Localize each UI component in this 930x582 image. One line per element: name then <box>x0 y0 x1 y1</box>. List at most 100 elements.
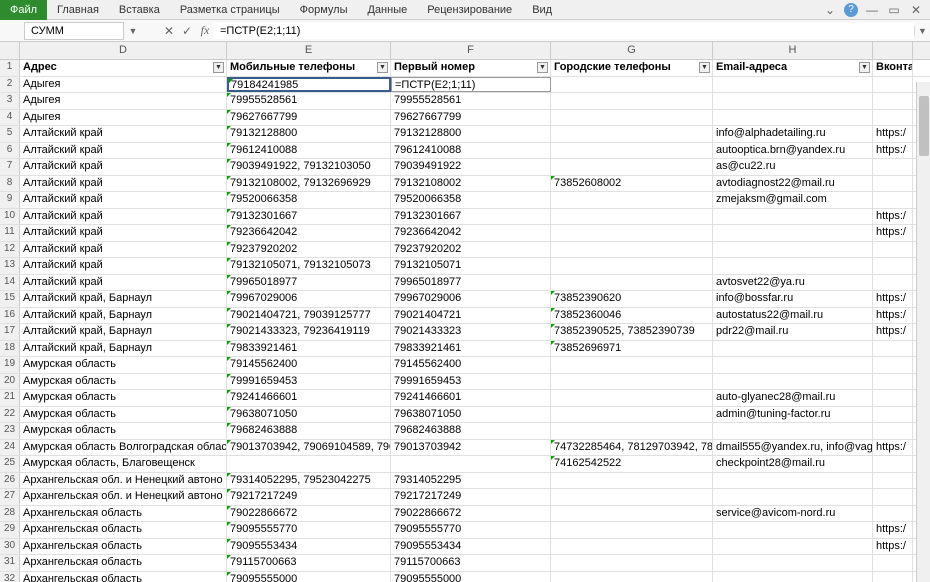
cell[interactable]: 79039491922 <box>391 159 551 175</box>
cell[interactable]: Алтайский край, Барнаул <box>20 324 227 340</box>
row-header[interactable]: 13 <box>0 258 20 274</box>
cell[interactable]: 79991659453 <box>227 374 391 390</box>
cell[interactable]: 79520066358 <box>391 192 551 208</box>
row-header[interactable]: 25 <box>0 456 20 472</box>
cell[interactable]: Алтайский край <box>20 242 227 258</box>
cell[interactable]: info@alphadetailing.ru <box>713 126 873 142</box>
cell[interactable]: Алтайский край, Барнаул <box>20 291 227 307</box>
cell[interactable] <box>713 258 873 274</box>
cell[interactable] <box>551 374 713 390</box>
cell[interactable]: Адыгея <box>20 110 227 126</box>
cell[interactable]: dmail555@yandex.ru, info@vag <box>713 440 873 456</box>
row-header[interactable]: 27 <box>0 489 20 505</box>
row-header[interactable]: 15 <box>0 291 20 307</box>
cell[interactable]: 79612410088 <box>227 143 391 159</box>
cell[interactable] <box>551 143 713 159</box>
cell[interactable] <box>873 555 913 571</box>
cell[interactable]: auto-glyanec28@mail.ru <box>713 390 873 406</box>
cell[interactable]: 79627667799 <box>227 110 391 126</box>
cell[interactable] <box>713 489 873 505</box>
cell[interactable] <box>551 423 713 439</box>
cell[interactable]: as@cu22.ru <box>713 159 873 175</box>
cell[interactable]: Архангельская обл. и Ненецкий автоно <box>20 473 227 489</box>
cell[interactable]: https:/ <box>873 225 913 241</box>
cell[interactable]: 79039491922, 79132103050 <box>227 159 391 175</box>
row-header[interactable]: 17 <box>0 324 20 340</box>
cell[interactable]: 79314052295 <box>391 473 551 489</box>
col-header-H[interactable]: H <box>713 42 873 59</box>
cell[interactable]: Алтайский край <box>20 126 227 142</box>
cell[interactable] <box>551 110 713 126</box>
cell[interactable] <box>873 341 913 357</box>
fx-icon[interactable]: fx <box>196 23 214 38</box>
cell[interactable]: 74732285464, 78129703942, 7844 <box>551 440 713 456</box>
cell[interactable]: Амурская область Волгоградская област <box>20 440 227 456</box>
cell[interactable] <box>551 192 713 208</box>
cell-header[interactable]: Вконта <box>873 60 913 76</box>
cell[interactable] <box>873 77 913 93</box>
cell[interactable]: 79132301667 <box>227 209 391 225</box>
row-header[interactable]: 16 <box>0 308 20 324</box>
cell[interactable]: 79022866672 <box>391 506 551 522</box>
cell[interactable]: Алтайский край <box>20 192 227 208</box>
cell[interactable] <box>873 456 913 472</box>
filter-dropdown-icon[interactable]: ▼ <box>213 62 224 73</box>
menu-page-layout[interactable]: Разметка страницы <box>170 1 290 19</box>
cell[interactable]: 79145562400 <box>227 357 391 373</box>
cell[interactable] <box>551 357 713 373</box>
cell[interactable]: 79627667799 <box>391 110 551 126</box>
cell[interactable]: 79638071050 <box>227 407 391 423</box>
cell[interactable]: 79241466601 <box>391 390 551 406</box>
cell[interactable] <box>551 473 713 489</box>
row-header[interactable]: 32 <box>0 572 20 582</box>
cell[interactable]: Амурская область <box>20 357 227 373</box>
row-header[interactable]: 14 <box>0 275 20 291</box>
cell[interactable]: 79967029006 <box>227 291 391 307</box>
cell[interactable] <box>873 242 913 258</box>
cell[interactable]: admin@tuning-factor.ru <box>713 407 873 423</box>
cell[interactable]: https:/ <box>873 209 913 225</box>
cell[interactable] <box>551 506 713 522</box>
cell[interactable] <box>551 275 713 291</box>
formula-expand-icon[interactable]: ▼ <box>914 26 930 36</box>
cell[interactable] <box>713 110 873 126</box>
row-header[interactable]: 20 <box>0 374 20 390</box>
col-header-E[interactable]: E <box>227 42 391 59</box>
cell[interactable] <box>873 357 913 373</box>
minimize-icon[interactable]: — <box>864 2 880 18</box>
cell[interactable]: 79236642042 <box>227 225 391 241</box>
cell[interactable] <box>873 473 913 489</box>
cell[interactable]: 79833921461 <box>227 341 391 357</box>
cell[interactable]: 79132128800 <box>391 126 551 142</box>
name-box-dropdown-icon[interactable]: ▼ <box>126 26 140 36</box>
cell[interactable]: =ПСТР(E2;1;11) <box>391 77 551 93</box>
cell[interactable]: 79682463888 <box>391 423 551 439</box>
cell[interactable]: 79095553434 <box>227 539 391 555</box>
cell[interactable]: checkpoint28@mail.ru <box>713 456 873 472</box>
cell[interactable]: 79833921461 <box>391 341 551 357</box>
cell[interactable]: zmejaksm@gmail.com <box>713 192 873 208</box>
cell[interactable] <box>551 539 713 555</box>
cell[interactable]: https:/ <box>873 440 913 456</box>
cell[interactable]: Архангельская область <box>20 522 227 538</box>
cell[interactable] <box>391 456 551 472</box>
cell[interactable]: 79184241985 <box>227 77 391 93</box>
menu-home[interactable]: Главная <box>47 1 109 19</box>
col-header-I[interactable] <box>873 42 913 59</box>
row-header[interactable]: 11 <box>0 225 20 241</box>
cell[interactable] <box>873 489 913 505</box>
cell[interactable]: 79236642042 <box>391 225 551 241</box>
filter-dropdown-icon[interactable]: ▼ <box>377 62 388 73</box>
cell[interactable]: 73852696971 <box>551 341 713 357</box>
cell[interactable] <box>873 374 913 390</box>
cell[interactable] <box>873 192 913 208</box>
cell[interactable]: service@avicom-nord.ru <box>713 506 873 522</box>
cell[interactable] <box>713 423 873 439</box>
cell[interactable]: 79115700663 <box>227 555 391 571</box>
cell[interactable]: 79115700663 <box>391 555 551 571</box>
menu-formulas[interactable]: Формулы <box>290 1 358 19</box>
cell[interactable] <box>873 159 913 175</box>
cell[interactable] <box>551 489 713 505</box>
filter-dropdown-icon[interactable]: ▼ <box>859 62 870 73</box>
cell[interactable]: 79132105071 <box>391 258 551 274</box>
